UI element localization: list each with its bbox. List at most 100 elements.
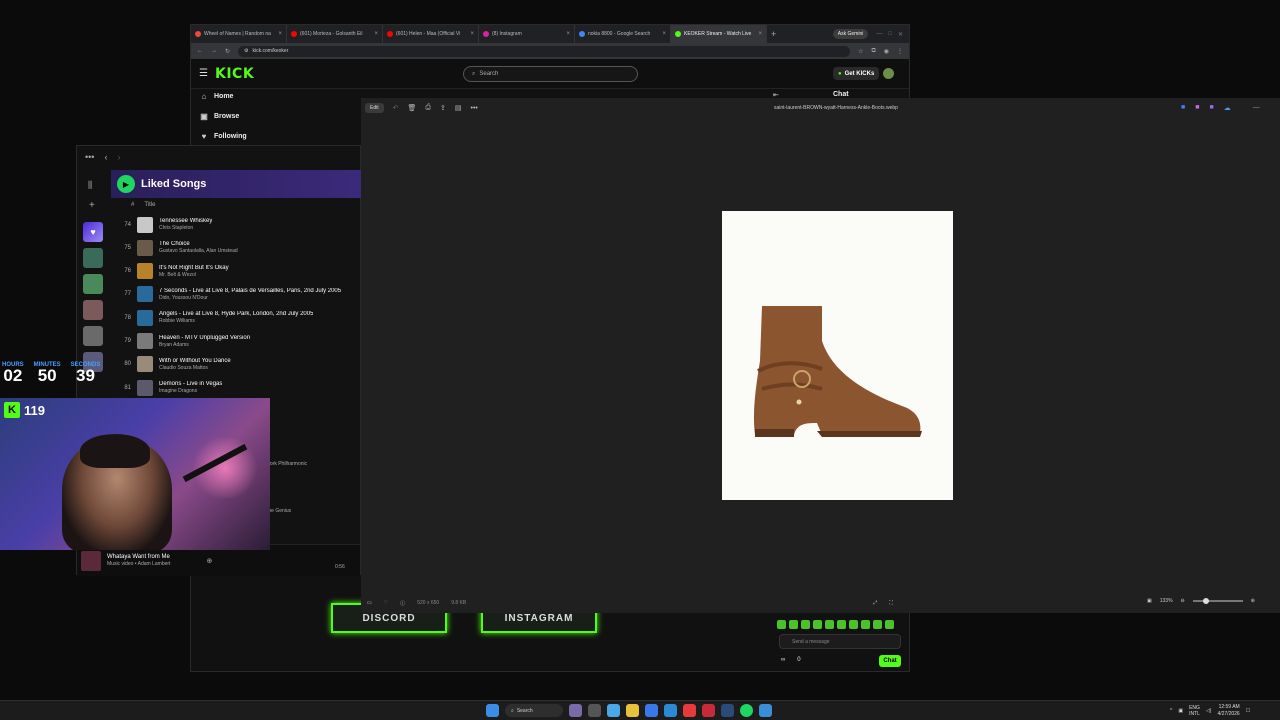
share-icon[interactable]: ⇪ — [440, 104, 446, 112]
playlist-thumb[interactable] — [83, 300, 103, 320]
start-icon[interactable] — [486, 704, 499, 717]
song-row[interactable]: 79 Heaven - MTV Unplugged Version Bryan Ad… — [111, 330, 362, 353]
close-window-icon[interactable]: ✕ — [898, 31, 903, 38]
song-title[interactable]: The Choice — [159, 241, 238, 247]
playlist-thumb[interactable] — [83, 248, 103, 268]
minimize-icon[interactable]: — — [876, 31, 882, 37]
rotate-icon[interactable]: ↶ — [393, 104, 399, 112]
explorer-icon[interactable] — [626, 704, 639, 717]
browser-tab[interactable]: nokia 8800 - Google Search × — [575, 25, 671, 43]
app-icon[interactable]: ■ — [1181, 104, 1185, 112]
library-icon[interactable]: ⫼ — [88, 180, 92, 191]
browser-tab-active[interactable]: KEOKER Stream - Watch Live × — [671, 25, 767, 43]
menu-icon[interactable]: ⋮ — [897, 48, 903, 55]
new-tab-button[interactable]: + — [767, 29, 780, 39]
browser-tab[interactable]: (601) Helen - Maa (Official Vi × — [383, 25, 479, 43]
close-icon[interactable]: × — [470, 31, 474, 37]
extensions-icon[interactable]: ⧉ — [871, 48, 875, 55]
zoom-level[interactable]: 133% — [1160, 598, 1173, 604]
song-title[interactable]: It's Not Right But It's Okay — [159, 265, 229, 271]
forward-icon[interactable]: › — [117, 152, 120, 162]
spotify-icon[interactable] — [740, 704, 753, 717]
emote-icon[interactable] — [813, 620, 822, 629]
nav-item-home[interactable]: ⌂ Home — [200, 92, 234, 101]
song-row[interactable]: 74 Tennessee Whiskey Chris Stapleton — [111, 213, 362, 236]
hamburger-icon[interactable]: ☰ — [199, 68, 208, 79]
store-icon[interactable] — [664, 704, 677, 717]
more-icon[interactable]: ••• — [471, 105, 478, 112]
chat-input[interactable]: Send a message — [779, 634, 901, 649]
delete-icon[interactable]: 🗑 — [408, 104, 417, 112]
favorite-icon[interactable]: ♡ — [384, 600, 388, 606]
liked-songs-thumb[interactable]: ♥ — [83, 222, 103, 242]
get-kicks-button[interactable]: ● Get KICKs — [833, 67, 880, 80]
print-icon[interactable]: ⎙ — [425, 104, 431, 112]
col-title[interactable]: Title — [144, 202, 155, 208]
song-artist[interactable]: Chris Stapleton — [159, 225, 212, 231]
edit-button[interactable]: Edit — [365, 103, 384, 113]
edge-icon[interactable] — [607, 704, 620, 717]
emote-icon[interactable] — [789, 620, 798, 629]
playlist-thumb[interactable] — [83, 326, 103, 346]
info-icon[interactable]: ⓘ — [400, 600, 405, 607]
zoom-in-icon[interactable]: ⊕ — [1251, 598, 1255, 604]
song-artist[interactable]: Imagine Dragons — [159, 388, 222, 394]
tray-app-icon[interactable]: ▣ — [1178, 708, 1183, 714]
zoom-out-icon[interactable]: ⊖ — [1181, 598, 1185, 604]
song-row[interactable]: 80 With or Without You Dance Claudio Souza… — [111, 353, 362, 376]
song-title[interactable]: Heaven - MTV Unplugged Version — [159, 335, 250, 341]
back-icon[interactable]: ← — [197, 48, 203, 54]
song-artist[interactable]: Robbie Williams — [159, 318, 313, 324]
now-playing-title[interactable]: Whataya Want from Me — [107, 554, 170, 560]
app-icon[interactable]: ■ — [1209, 104, 1213, 112]
view-icon[interactable]: ▣ — [1147, 598, 1152, 604]
avatar[interactable] — [883, 68, 894, 79]
language-indicator[interactable]: ENG INTL — [1189, 705, 1200, 717]
back-icon[interactable]: ‹ — [104, 152, 107, 162]
chrome-icon[interactable] — [645, 704, 658, 717]
emote-icon[interactable] — [777, 620, 786, 629]
profile-icon[interactable]: ◉ — [884, 48, 889, 55]
steam-icon[interactable] — [721, 704, 734, 717]
song-row[interactable]: 78 Angels - Live at Live 8, Hyde Park, Lo… — [111, 306, 362, 329]
close-icon[interactable]: × — [662, 31, 666, 37]
more-icon[interactable]: ••• — [85, 152, 94, 162]
emote-icon[interactable] — [849, 620, 858, 629]
slider-knob[interactable] — [1202, 598, 1209, 604]
clock[interactable]: 12:59 AM 4/27/2026 — [1217, 704, 1239, 718]
info-icon[interactable]: ▤ — [455, 104, 462, 112]
site-info-icon[interactable]: ⚙ — [244, 48, 248, 54]
song-title[interactable]: 7 Seconds - Live at Live 8, Palais de Ve… — [159, 288, 341, 294]
browser-tab[interactable]: Wheel of Names | Random na × — [191, 25, 287, 43]
album-art[interactable] — [81, 550, 101, 571]
song-row[interactable]: 81 Demons - Live in Vegas Imagine Dragons — [111, 376, 362, 399]
fit-icon[interactable]: ⤢ — [873, 600, 877, 606]
reload-icon[interactable]: ↻ — [225, 48, 230, 55]
photos-icon[interactable] — [759, 704, 772, 717]
filmstrip-icon[interactable]: ▭ — [367, 600, 372, 606]
nav-item-browse[interactable]: ▣ Browse — [200, 112, 239, 121]
emote-icon[interactable] — [837, 620, 846, 629]
close-icon[interactable]: × — [374, 31, 378, 37]
play-icon[interactable]: ▶ — [117, 175, 135, 193]
youtube-icon[interactable] — [683, 704, 696, 717]
maximize-icon[interactable]: □ — [888, 31, 892, 37]
taskbar-search[interactable]: ⌕ Search — [505, 704, 563, 717]
search-input[interactable]: ⌕ Search — [463, 66, 638, 82]
kick-logo[interactable]: KICK — [215, 66, 254, 82]
bookmark-icon[interactable]: ☆ — [858, 48, 863, 55]
close-icon[interactable]: × — [566, 31, 570, 37]
widget-icon[interactable] — [569, 704, 582, 717]
nav-item-following[interactable]: ♥ Following — [200, 132, 247, 141]
close-icon[interactable]: × — [278, 31, 282, 37]
minimize-icon[interactable]: — — [1253, 104, 1260, 112]
ask-gemini-button[interactable]: Ask Gemini — [832, 29, 869, 39]
song-title[interactable]: Angels - Live at Live 8, Hyde Park, Lond… — [159, 311, 313, 317]
song-artist[interactable]: Bryan Adams — [159, 342, 250, 348]
browser-tab[interactable]: (8) Instagram × — [479, 25, 575, 43]
add-to-liked-icon[interactable]: ⊕ — [206, 557, 212, 565]
fullscreen-icon[interactable]: ⛶ — [889, 600, 893, 606]
cloud-icon[interactable]: ☁ — [1224, 104, 1231, 112]
song-artist[interactable]: Claudio Souza Mattos — [159, 365, 231, 371]
playlist-thumb[interactable] — [83, 274, 103, 294]
